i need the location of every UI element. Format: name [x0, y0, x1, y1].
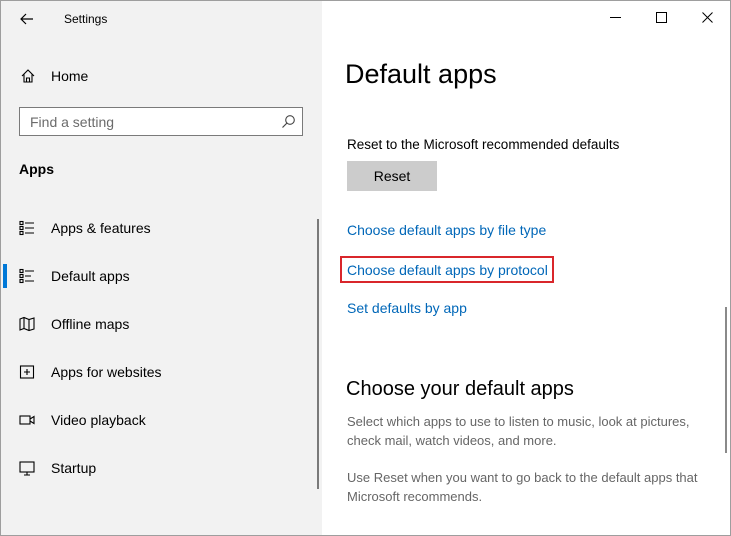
section-title: Apps: [19, 161, 54, 177]
maximize-button[interactable]: [638, 1, 684, 33]
back-arrow-icon: [20, 13, 33, 25]
window-controls: [592, 1, 730, 33]
sidebar: Settings Home Apps Apps & features: [1, 1, 322, 535]
sidebar-item-startup[interactable]: Startup: [1, 448, 322, 488]
selection-indicator: [3, 264, 7, 288]
reset-description-text: Use Reset when you want to go back to th…: [347, 470, 698, 504]
sidebar-item-offline-maps[interactable]: Offline maps: [1, 304, 322, 344]
section-subtitle: Choose your default apps: [346, 378, 574, 400]
apps-features-icon: [19, 220, 34, 236]
home-icon: [21, 69, 35, 83]
sidebar-item-label: Video playback: [51, 412, 146, 428]
sidebar-scrollbar[interactable]: [317, 219, 319, 489]
startup-icon: [19, 461, 35, 476]
link-by-file-type[interactable]: Choose default apps by file type: [347, 222, 546, 238]
apps-for-websites-icon: [19, 365, 35, 379]
sidebar-item-label: Startup: [51, 460, 97, 476]
main-content: Default apps Reset to the Microsoft reco…: [322, 1, 730, 535]
sidebar-item-video-playback[interactable]: Video playback: [1, 400, 322, 440]
maximize-icon: [655, 11, 667, 23]
app-title: Settings: [64, 12, 108, 26]
description-text: Select which apps to use to listen to mu…: [347, 414, 690, 448]
offline-maps-icon: [19, 316, 35, 332]
page-title: Default apps: [345, 59, 497, 89]
link-by-protocol[interactable]: Choose default apps by protocol: [347, 262, 548, 278]
sidebar-item-label: Apps for websites: [51, 364, 162, 380]
reset-button[interactable]: Reset: [347, 161, 437, 191]
search-box: [19, 107, 303, 136]
settings-window: Settings Home Apps Apps & features: [0, 0, 731, 536]
sidebar-item-default-apps[interactable]: Default apps: [1, 256, 322, 296]
search-input[interactable]: [20, 108, 280, 135]
video-playback-icon: [19, 415, 35, 425]
link-set-defaults-by-app[interactable]: Set defaults by app: [347, 300, 467, 316]
sidebar-item-apps-features[interactable]: Apps & features: [1, 208, 322, 248]
sidebar-item-label: Default apps: [51, 268, 130, 284]
sidebar-item-label: Offline maps: [51, 316, 130, 332]
sidebar-item-label: Home: [51, 68, 89, 84]
main-scrollbar[interactable]: [725, 307, 727, 453]
reset-label: Reset to the Microsoft recommended defau…: [347, 137, 620, 152]
search-icon[interactable]: [281, 114, 296, 129]
minimize-button[interactable]: [592, 1, 638, 33]
default-apps-icon: [19, 268, 34, 284]
minimize-icon: [609, 16, 621, 18]
back-button[interactable]: [11, 7, 43, 31]
close-icon: [701, 11, 713, 23]
sidebar-item-apps-for-websites[interactable]: Apps for websites: [1, 352, 322, 392]
sidebar-item-home[interactable]: Home: [1, 61, 322, 91]
sidebar-item-label: Apps & features: [51, 220, 151, 236]
close-button[interactable]: [684, 1, 730, 33]
